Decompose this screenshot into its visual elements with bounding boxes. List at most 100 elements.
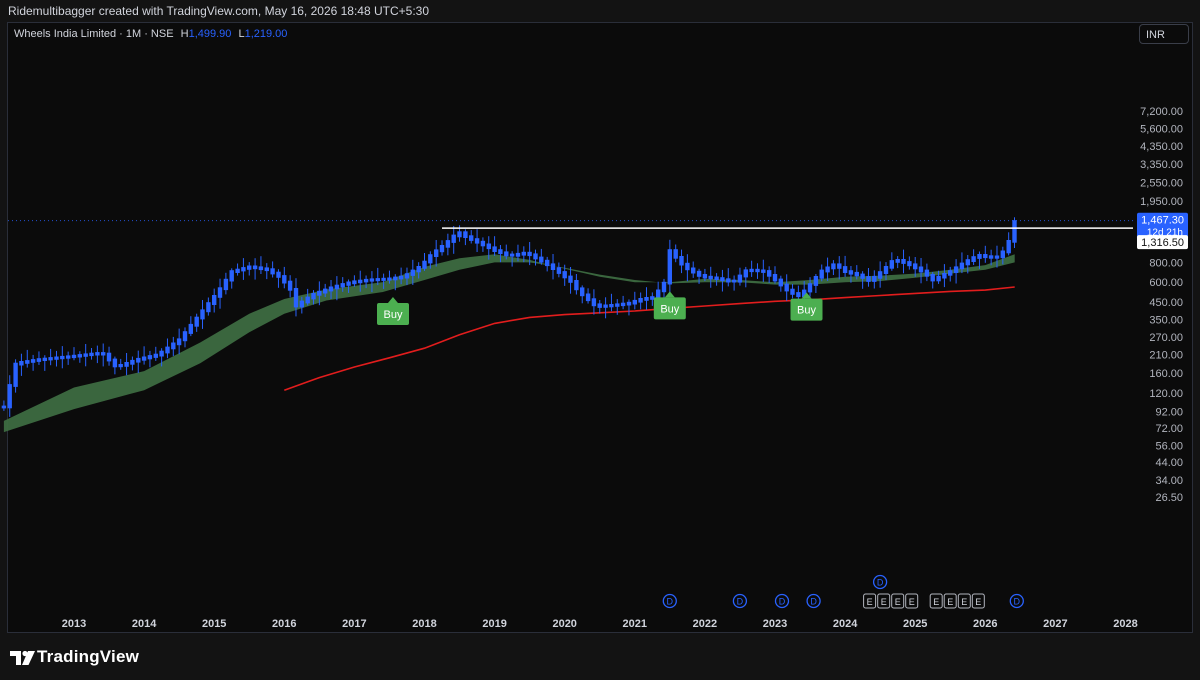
candle-body — [714, 276, 719, 280]
candle-body — [1006, 240, 1011, 254]
buy-signal-label: Buy — [384, 309, 403, 321]
candle-body — [755, 268, 760, 273]
candle-body — [550, 263, 556, 270]
candle-body — [323, 288, 328, 294]
candle-body — [188, 323, 193, 334]
candle-body — [363, 278, 369, 283]
buy-signal-arrow — [664, 291, 675, 298]
candle-body — [1012, 220, 1017, 243]
footer — [0, 633, 1200, 680]
candle-body — [889, 260, 894, 269]
candle-body — [176, 338, 182, 346]
candle-body — [311, 293, 316, 300]
low-value: 1,219.00 — [244, 28, 288, 40]
candle-body — [632, 299, 637, 305]
candle-body — [439, 245, 445, 253]
candle-body — [907, 261, 912, 267]
candle-body — [959, 262, 965, 270]
x-tick-label: 2028 — [1113, 618, 1137, 630]
y-tick-label: 1,950.00 — [1140, 196, 1183, 208]
candle-body — [691, 267, 696, 274]
y-tick-label: 270.00 — [1149, 332, 1183, 344]
candle-body — [580, 287, 585, 297]
y-tick-label: 72.00 — [1155, 423, 1183, 435]
candle-body — [95, 352, 100, 356]
candle-body — [375, 278, 380, 282]
y-tick-label: 2,550.00 — [1140, 178, 1183, 190]
candle-body — [837, 263, 842, 269]
candle-body — [743, 269, 748, 278]
candle-body — [965, 259, 970, 266]
candle-body — [568, 275, 573, 283]
x-tick-label: 2015 — [202, 618, 226, 630]
candle-body — [358, 279, 363, 284]
symbol-legend[interactable]: Wheels India Limited · 1M · NSE H1,499.9… — [14, 28, 287, 40]
candle-body — [556, 267, 562, 274]
candle-body — [767, 270, 772, 277]
candle-body — [42, 357, 47, 361]
candle-body — [842, 266, 848, 273]
candle-body — [498, 249, 503, 255]
candle-body — [153, 353, 158, 358]
y-tick-label: 120.00 — [1149, 388, 1183, 400]
x-tick-label: 2022 — [693, 618, 717, 630]
candle-body — [848, 270, 854, 275]
y-tick-label: 3,350.00 — [1140, 159, 1183, 171]
candle-body — [807, 283, 813, 293]
candle-body — [340, 283, 345, 288]
earnings-event-label: E — [881, 597, 887, 607]
candle-body — [819, 269, 824, 279]
candle-body — [404, 273, 410, 279]
dividend-event-label: D — [877, 578, 884, 588]
high-label: H — [180, 28, 189, 40]
candle-body — [574, 280, 579, 291]
candle-body — [229, 270, 234, 282]
symbol-name: Wheels India Limited · 1M · NSE — [14, 28, 174, 40]
dividend-event-label: D — [737, 597, 744, 607]
chart-canvas[interactable]: 7,200.00 5,600.00 4,350.00 3,350.00 2,550.00… — [0, 0, 1200, 680]
candle-body — [942, 273, 947, 279]
y-tick-label: 44.00 — [1155, 457, 1183, 469]
candle-body — [293, 288, 299, 308]
candle-body — [749, 268, 754, 273]
candle-body — [299, 300, 304, 308]
x-tick-label: 2020 — [552, 618, 576, 630]
candle-body — [918, 266, 924, 273]
candle-body — [831, 263, 836, 270]
tradingview-logo-icon[interactable] — [10, 648, 36, 668]
currency-button[interactable]: INR — [1139, 24, 1189, 44]
candle-body — [416, 266, 421, 273]
candle-body — [422, 260, 427, 269]
dividend-event-label: D — [1014, 597, 1021, 607]
candle-body — [953, 266, 959, 273]
candle-body — [854, 271, 859, 277]
x-tick-label: 2026 — [973, 618, 997, 630]
y-tick-label: 800.00 — [1149, 257, 1183, 269]
candle-body — [1, 405, 7, 409]
y-tick-label: 4,350.00 — [1140, 141, 1183, 153]
earnings-event-label: E — [895, 597, 901, 607]
candle-body — [334, 284, 340, 290]
candle-body — [661, 281, 667, 293]
candle-body — [258, 266, 264, 271]
x-tick-label: 2027 — [1043, 618, 1067, 630]
candle-body — [130, 359, 135, 365]
candle-body — [106, 352, 112, 362]
candle-body — [708, 275, 713, 280]
candle-body — [428, 254, 433, 264]
candle-body — [515, 252, 521, 257]
candle-body — [784, 283, 789, 292]
candle-body — [644, 297, 649, 301]
candle-body — [825, 266, 830, 273]
candle-body — [7, 384, 12, 409]
y-tick-label: 350.00 — [1149, 314, 1183, 326]
brand-name[interactable]: TradingView — [37, 647, 139, 667]
candle-body — [936, 275, 941, 282]
candle-body — [533, 253, 538, 260]
candle-body — [562, 271, 567, 279]
candle-body — [813, 276, 819, 286]
candle-body — [638, 298, 643, 303]
chart-screen: Ridemultibagger created with TradingView… — [0, 0, 1200, 680]
candle-body — [585, 293, 591, 302]
candle-body — [877, 271, 883, 279]
